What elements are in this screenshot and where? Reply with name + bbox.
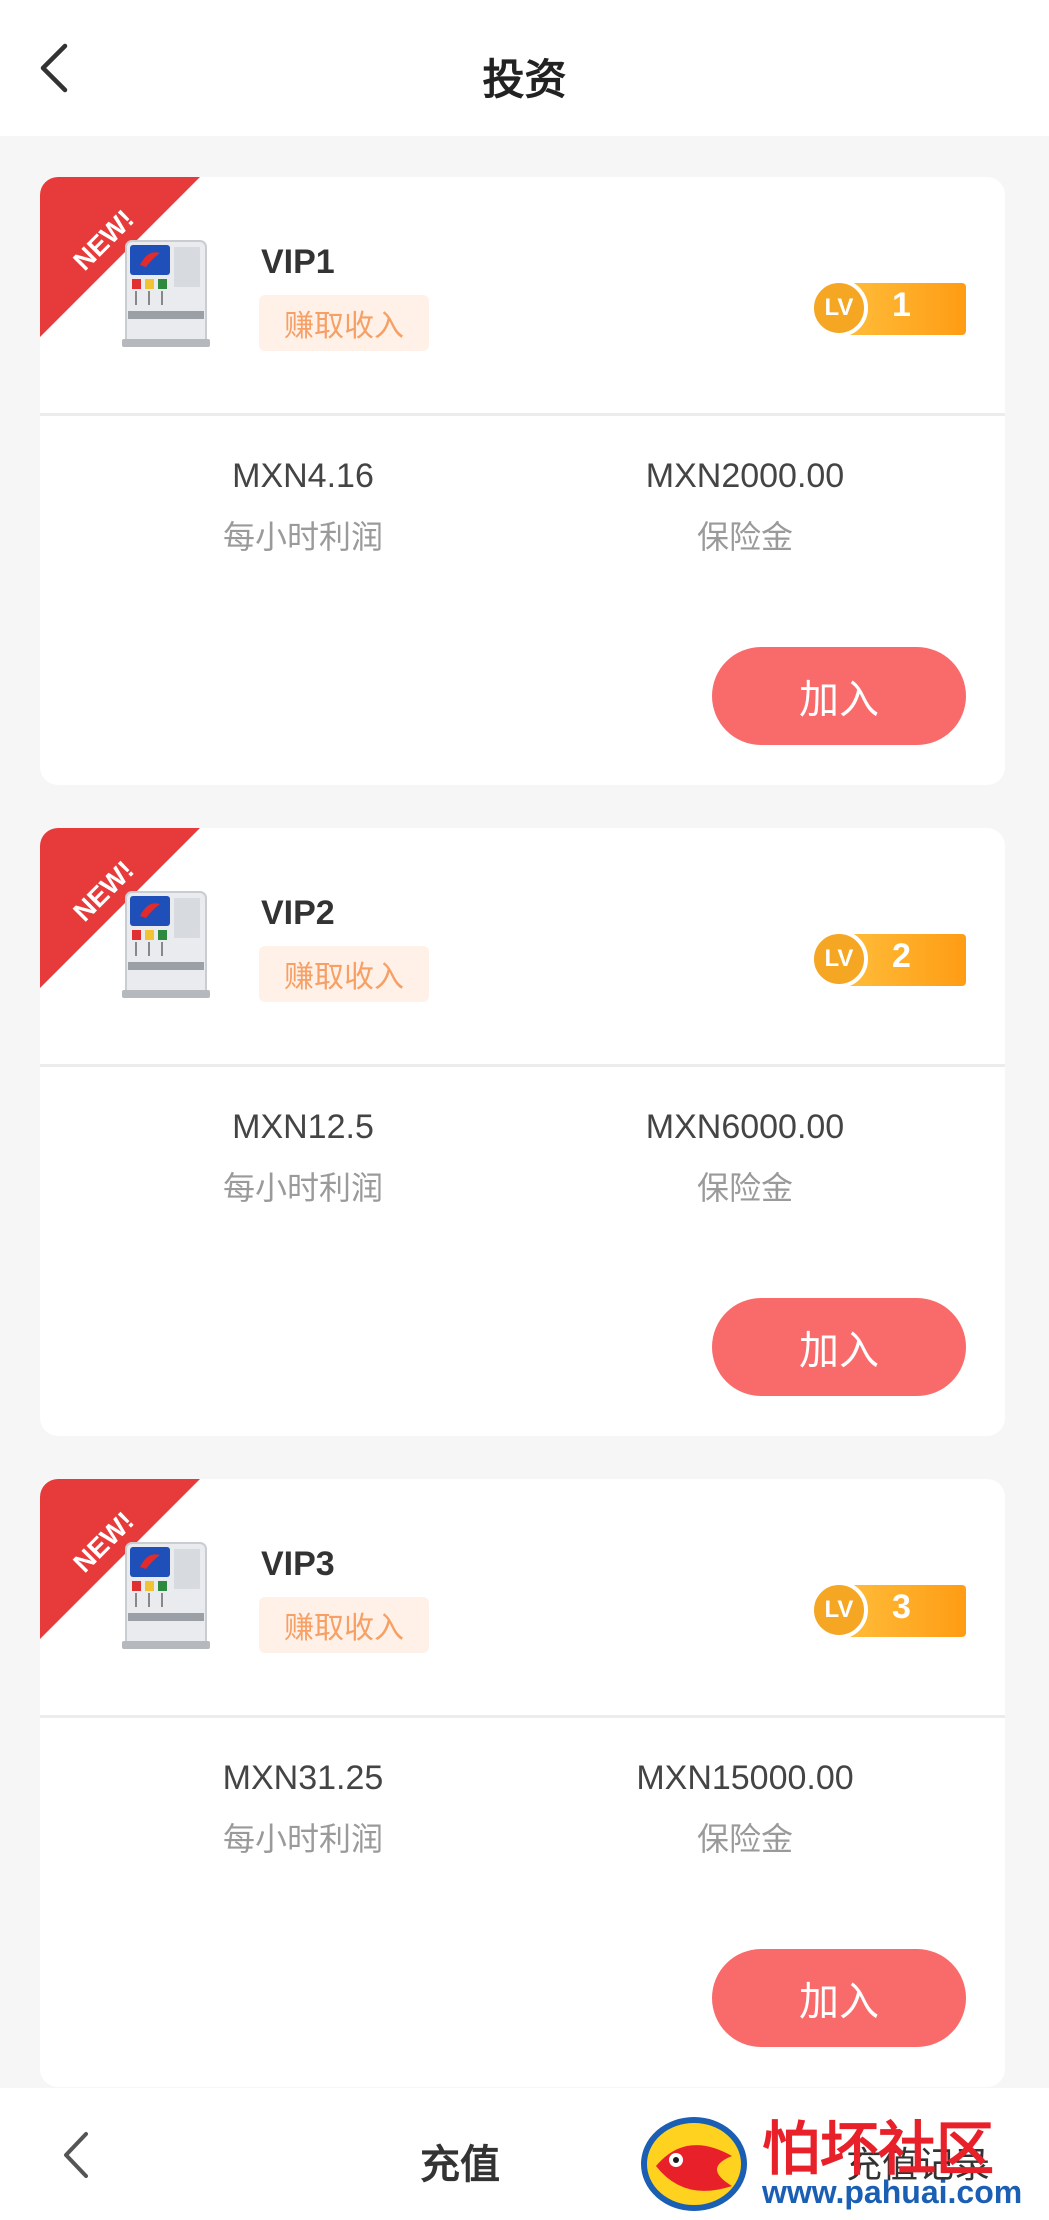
hourly-profit: MXN4.16 每小时利润 [153, 457, 453, 558]
plan-list: NEW! VIP1 赚取收入 1 LV MXN4.16 每小时利润 MXN200… [40, 177, 1005, 2130]
earn-income-tag: 赚取收入 [259, 295, 429, 351]
watermark-url: www.pahuai.com [762, 2174, 1023, 2210]
deposit-label: 保险金 [696, 1820, 793, 1858]
hourly-profit-label: 每小时利润 [222, 1169, 383, 1207]
drink-dispenser-icon [122, 240, 210, 347]
hourly-profit-value: MXN4.16 [232, 457, 374, 495]
hourly-profit: MXN31.25 每小时利润 [153, 1759, 453, 1860]
hourly-profit-label: 每小时利润 [222, 518, 383, 556]
deposit-value: MXN15000.00 [636, 1759, 854, 1797]
page-title: 投资 [482, 55, 567, 104]
level-label: LV [810, 1581, 868, 1639]
hourly-profit-label: 每小时利润 [222, 1820, 383, 1858]
deposit-label: 保险金 [696, 518, 793, 556]
plan-card: NEW! VIP3 赚取收入 3 LV MXN31.25 每小时利润 MXN15… [40, 1479, 1005, 2087]
card-divider [40, 413, 1005, 416]
bottom-back-button[interactable] [48, 2124, 104, 2186]
deposit: MXN15000.00 保险金 [595, 1759, 895, 1860]
plan-card-header: NEW! VIP2 赚取收入 2 LV [40, 828, 1005, 1064]
level-number: 3 [892, 1588, 911, 1626]
deposit: MXN6000.00 保险金 [595, 1108, 895, 1209]
drink-dispenser-icon [122, 1542, 210, 1649]
plan-card-header: NEW! VIP1 赚取收入 1 LV [40, 177, 1005, 413]
deposit-value: MXN6000.00 [645, 1108, 845, 1146]
level-number: 1 [892, 286, 911, 324]
level-label: LV [810, 930, 868, 988]
deposit-label: 保险金 [696, 1169, 793, 1207]
level-badge: 2 LV [810, 930, 966, 988]
level-badge: 1 LV [810, 279, 966, 337]
join-button[interactable]: 加入 [712, 1949, 966, 2047]
plan-name: VIP3 [261, 1545, 335, 1583]
join-button[interactable]: 加入 [712, 647, 966, 745]
deposit: MXN2000.00 保险金 [595, 457, 895, 558]
hourly-profit-value: MXN12.5 [232, 1108, 374, 1146]
card-divider [40, 1064, 1005, 1067]
card-divider [40, 1715, 1005, 1718]
join-button[interactable]: 加入 [712, 1298, 966, 1396]
deposit-value: MXN2000.00 [645, 457, 845, 495]
hourly-profit: MXN12.5 每小时利润 [153, 1108, 453, 1209]
level-number: 2 [892, 937, 911, 975]
fish-logo-icon [641, 2117, 747, 2211]
plan-name: VIP2 [261, 894, 335, 932]
plan-name: VIP1 [261, 243, 335, 281]
plan-card: NEW! VIP2 赚取收入 2 LV MXN12.5 每小时利润 MXN600… [40, 828, 1005, 1436]
hourly-profit-value: MXN31.25 [222, 1759, 384, 1797]
top-bar: 投资 [0, 0, 1049, 136]
plan-card-header: NEW! VIP3 赚取收入 3 LV [40, 1479, 1005, 1715]
plan-card: NEW! VIP1 赚取收入 1 LV MXN4.16 每小时利润 MXN200… [40, 177, 1005, 785]
drink-dispenser-icon [122, 891, 210, 998]
watermark: 怕坏社区 www.pahuai.com [636, 2106, 1049, 2220]
earn-income-tag: 赚取收入 [259, 946, 429, 1002]
earn-income-tag: 赚取收入 [259, 1597, 429, 1653]
level-badge: 3 LV [810, 1581, 966, 1639]
chevron-left-icon [64, 2132, 88, 2178]
level-label: LV [810, 279, 868, 337]
recharge-title: 充值 [420, 2142, 500, 2188]
